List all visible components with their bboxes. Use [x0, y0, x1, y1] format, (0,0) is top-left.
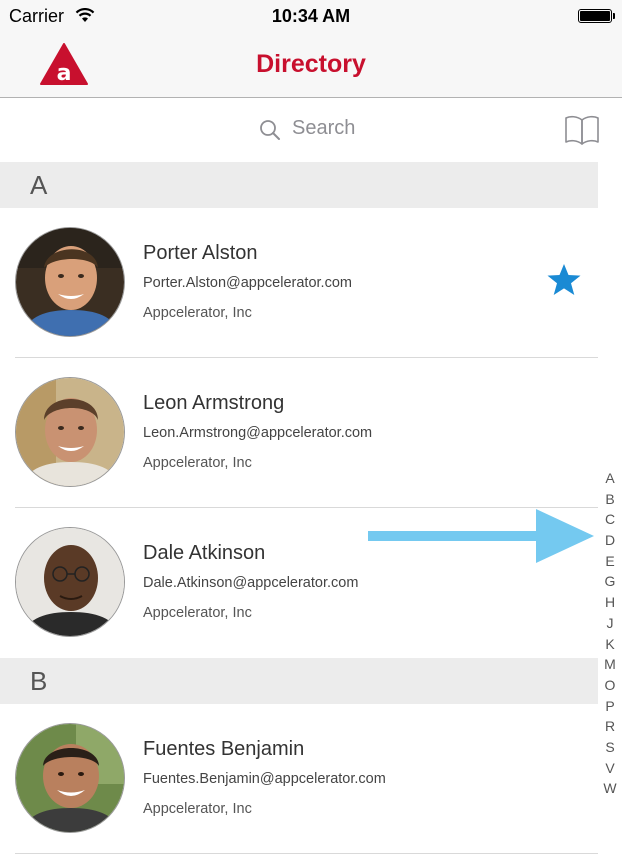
search-icon	[259, 119, 281, 146]
contact-name: Porter Alston	[143, 242, 258, 264]
contact-name: Leon Armstrong	[143, 392, 285, 414]
navigation-bar: a Directory	[0, 32, 622, 98]
index-letter[interactable]: P	[598, 696, 622, 717]
index-letter[interactable]: V	[598, 758, 622, 779]
battery-icon	[578, 9, 615, 23]
contact-company: Appcelerator, Inc	[143, 605, 252, 621]
page-title: Directory	[256, 50, 366, 78]
contact-email: Porter.Alston@appcelerator.com	[143, 275, 352, 291]
contact-company: Appcelerator, Inc	[143, 305, 252, 321]
section-header-b: B	[0, 658, 598, 704]
contact-company: Appcelerator, Inc	[143, 801, 252, 817]
index-letter[interactable]: D	[598, 530, 622, 551]
contact-row-fuentes-benjamin[interactable]: Fuentes Benjamin Fuentes.Benjamin@appcel…	[0, 704, 598, 854]
section-header-a: A	[0, 162, 598, 208]
status-bar: Carrier 10:34 AM	[0, 0, 622, 32]
search-input[interactable]: Search	[292, 117, 355, 140]
index-letter[interactable]: J	[598, 613, 622, 634]
index-letter[interactable]: G	[598, 571, 622, 592]
index-letter[interactable]: O	[598, 675, 622, 696]
annotation-arrow-icon	[366, 507, 596, 570]
index-letter[interactable]: E	[598, 551, 622, 572]
book-icon[interactable]	[564, 115, 600, 150]
avatar	[15, 377, 125, 487]
index-letter[interactable]: M	[598, 654, 622, 675]
avatar	[15, 527, 125, 637]
contact-name: Dale Atkinson	[143, 542, 266, 564]
section-letter: B	[30, 666, 48, 696]
alphabet-index[interactable]: A B C D E G H J K M O P R S V W	[598, 468, 622, 799]
contact-row-porter-alston[interactable]: Porter Alston Porter.Alston@appcelerator…	[0, 208, 598, 358]
index-letter[interactable]: A	[598, 468, 622, 489]
index-letter[interactable]: H	[598, 592, 622, 613]
search-bar[interactable]: Search	[0, 98, 622, 162]
avatar	[15, 227, 125, 337]
contact-name: Fuentes Benjamin	[143, 738, 305, 760]
avatar	[15, 723, 125, 833]
contact-email: Dale.Atkinson@appcelerator.com	[143, 575, 359, 591]
contact-email: Leon.Armstrong@appcelerator.com	[143, 425, 373, 441]
index-letter[interactable]: W	[598, 778, 622, 799]
section-letter: A	[30, 170, 48, 200]
index-letter[interactable]: R	[598, 716, 622, 737]
contact-row-leon-armstrong[interactable]: Leon Armstrong Leon.Armstrong@appcelerat…	[0, 358, 598, 508]
contact-email: Fuentes.Benjamin@appcelerator.com	[143, 771, 386, 787]
contact-company: Appcelerator, Inc	[143, 455, 252, 471]
favorite-star-icon[interactable]	[546, 263, 582, 302]
clock: 10:34 AM	[271, 6, 351, 26]
index-letter[interactable]: K	[598, 634, 622, 655]
index-letter[interactable]: B	[598, 489, 622, 510]
index-letter[interactable]: S	[598, 737, 622, 758]
index-letter[interactable]: C	[598, 509, 622, 530]
